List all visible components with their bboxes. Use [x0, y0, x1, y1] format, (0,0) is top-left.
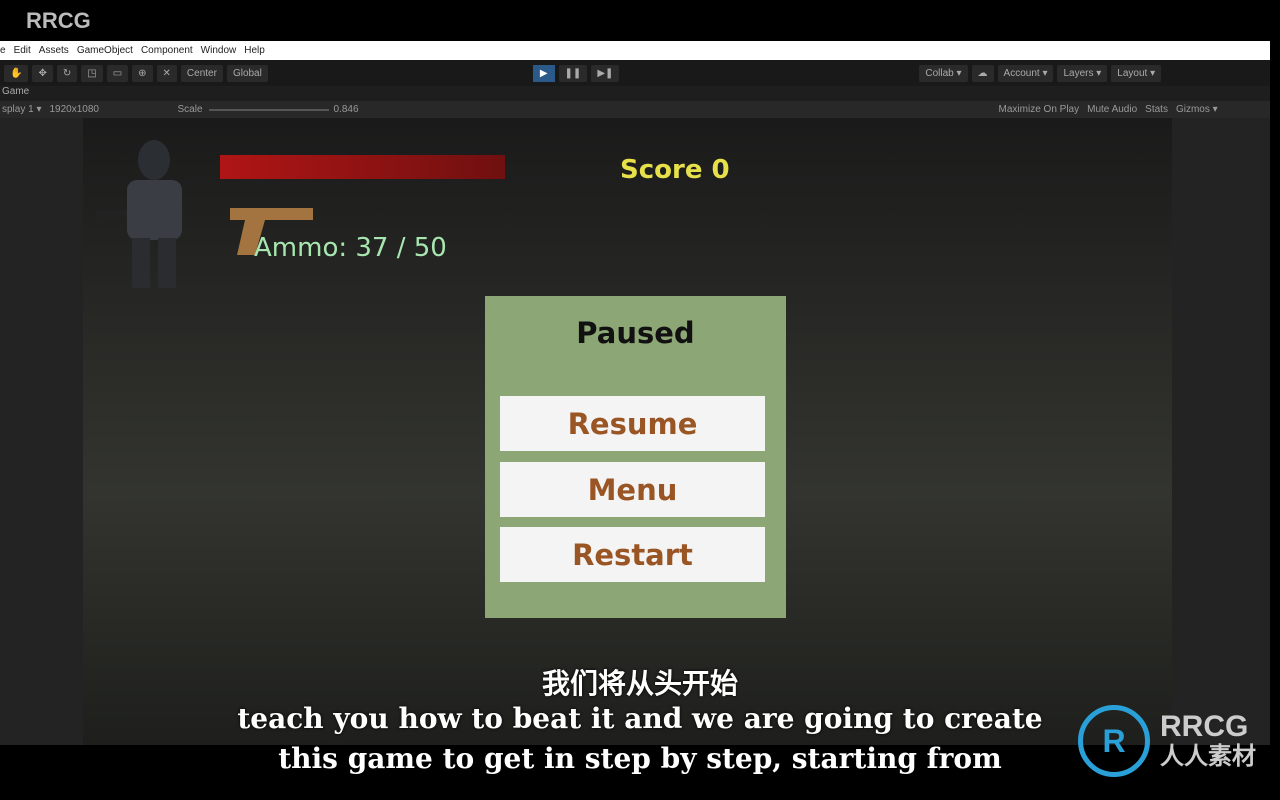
- scale-tool-icon[interactable]: ◳: [81, 64, 103, 82]
- resolution-dropdown[interactable]: 1920x1080: [49, 104, 177, 115]
- cloud-icon[interactable]: ☁: [971, 64, 994, 82]
- scale-value: 0.846: [333, 104, 359, 115]
- pause-button[interactable]: ❚❚: [558, 64, 588, 82]
- center-button[interactable]: Center: [180, 64, 223, 82]
- resume-button[interactable]: Resume: [500, 396, 765, 451]
- logo-text-2: 人人素材: [1160, 743, 1256, 770]
- collab-button[interactable]: Collab ▾: [919, 64, 968, 82]
- menu-edit[interactable]: Edit: [14, 45, 31, 56]
- toolbar: ✋ ✥ ↻ ◳ ▭ ⊕ ✕ Center Global ▶ ❚❚ ▶❚ Coll…: [0, 60, 1270, 86]
- tab-game[interactable]: Game: [0, 86, 1270, 101]
- transform-tool-icon[interactable]: ⊕: [132, 64, 153, 82]
- move-tool-icon[interactable]: ✥: [32, 64, 53, 82]
- account-dropdown[interactable]: Account ▾: [997, 64, 1054, 82]
- menu-gameobject[interactable]: GameObject: [77, 45, 133, 56]
- rotate-tool-icon[interactable]: ↻: [56, 64, 78, 82]
- layout-dropdown[interactable]: Layout ▾: [1111, 64, 1162, 82]
- rrcg-logo: R: [1078, 705, 1150, 777]
- global-button[interactable]: Global: [226, 64, 268, 82]
- scale-slider[interactable]: [208, 108, 329, 111]
- watermark: RRCG: [26, 8, 91, 33]
- menu-button[interactable]: Menu: [500, 462, 765, 517]
- menu-component[interactable]: Component: [141, 45, 193, 56]
- menu-assets[interactable]: Assets: [39, 45, 69, 56]
- score-text: Score 0: [620, 155, 730, 185]
- menu-file[interactable]: e: [0, 45, 6, 56]
- menu-window[interactable]: Window: [201, 45, 237, 56]
- pause-menu: Paused Resume Menu Restart: [485, 296, 786, 618]
- menu-bar: e Edit Assets GameObject Component Windo…: [0, 41, 1270, 60]
- pause-title: Paused: [576, 316, 695, 350]
- play-button[interactable]: ▶: [532, 64, 555, 82]
- step-button[interactable]: ▶❚: [591, 64, 620, 82]
- layers-dropdown[interactable]: Layers ▾: [1057, 64, 1108, 82]
- scale-label: Scale: [177, 104, 203, 115]
- stats-toggle[interactable]: Stats: [1145, 104, 1168, 115]
- custom-tool-icon[interactable]: ✕: [156, 64, 177, 82]
- maximize-on-play-toggle[interactable]: Maximize On Play: [999, 104, 1080, 115]
- menu-help[interactable]: Help: [244, 45, 265, 56]
- logo-text-1: RRCG: [1160, 710, 1249, 743]
- rect-tool-icon[interactable]: ▭: [106, 64, 129, 82]
- display-dropdown[interactable]: splay 1 ▾: [2, 104, 41, 115]
- mute-audio-toggle[interactable]: Mute Audio: [1087, 104, 1137, 115]
- rrcg-logo-text: RRCG 人人素材: [1160, 712, 1256, 772]
- health-bar: [220, 155, 505, 179]
- subtitle-chinese: 我们将从头开始: [541, 667, 738, 700]
- soldier-portrait: [92, 130, 217, 290]
- restart-button[interactable]: Restart: [500, 527, 765, 582]
- game-view-toolbar: splay 1 ▾ 1920x1080 Scale 0.846 Maximize…: [0, 101, 1270, 118]
- hand-tool-icon[interactable]: ✋: [4, 64, 29, 82]
- gizmos-dropdown[interactable]: Gizmos ▾: [1176, 104, 1218, 115]
- ammo-text: Ammo: 37 / 50: [254, 233, 447, 263]
